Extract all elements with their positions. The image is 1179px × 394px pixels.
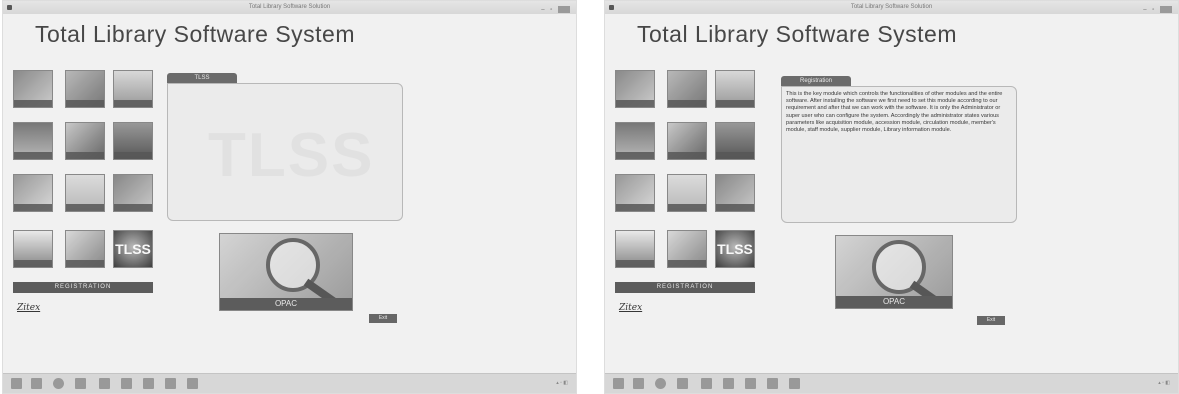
start-icon[interactable]	[613, 378, 624, 389]
ie-icon[interactable]	[53, 378, 64, 389]
explorer-icon[interactable]	[31, 378, 42, 389]
start-icon[interactable]	[11, 378, 22, 389]
module-tile-3[interactable]	[715, 70, 755, 108]
window-controls[interactable]: – ▫	[1143, 4, 1172, 17]
close-icon[interactable]	[558, 5, 570, 13]
app-title: Total Library Software System	[35, 21, 356, 47]
window-controls[interactable]: – ▫	[541, 4, 570, 17]
info-panel: TLSS	[167, 83, 403, 221]
folder-icon[interactable]	[121, 378, 132, 389]
module-tile-1[interactable]	[615, 70, 655, 108]
system-tray[interactable]: ▴ ▫ ◧	[556, 380, 568, 386]
app-menu-icon[interactable]	[609, 5, 614, 10]
tlss-logo-icon[interactable]: TLSS	[715, 230, 755, 268]
module-tile-7[interactable]	[13, 174, 53, 212]
module-tile-9[interactable]	[715, 174, 755, 212]
search-icon[interactable]	[99, 378, 110, 389]
pen-icon[interactable]	[143, 378, 154, 389]
app-icon[interactable]	[75, 378, 86, 389]
k7-icon[interactable]	[187, 378, 198, 389]
exit-button[interactable]: Exit	[369, 314, 397, 323]
info-tab[interactable]: TLSS	[167, 73, 237, 83]
window-title: Total Library Software Solution	[248, 4, 331, 10]
opac-button[interactable]: OPAC	[219, 233, 353, 311]
registration-button[interactable]: REGISTRATION	[615, 282, 755, 293]
module-tile-8[interactable]	[65, 174, 105, 212]
close-icon[interactable]	[1160, 5, 1172, 13]
module-tile-6[interactable]	[715, 122, 755, 160]
module-tile-4[interactable]	[13, 122, 53, 160]
module-tile-3[interactable]	[113, 70, 153, 108]
taskbar: ▴ ▫ ◧	[3, 373, 576, 393]
explorer-icon[interactable]	[633, 378, 644, 389]
media-icon[interactable]	[767, 378, 778, 389]
module-tile-2[interactable]	[667, 70, 707, 108]
window-titlebar[interactable]: Total Library Software Solution – ▫	[605, 1, 1178, 14]
module-tile-5[interactable]	[667, 122, 707, 160]
info-tab[interactable]: Registration	[781, 76, 851, 86]
system-tray[interactable]: ▴ ▫ ◧	[1158, 380, 1170, 386]
module-tile-5[interactable]	[65, 122, 105, 160]
ie-icon[interactable]	[655, 378, 666, 389]
registration-button[interactable]: REGISTRATION	[13, 282, 153, 293]
exit-button[interactable]: Exit	[977, 316, 1005, 325]
app-icon[interactable]	[677, 378, 688, 389]
module-tile-9[interactable]	[113, 174, 153, 212]
module-tile-6[interactable]	[113, 122, 153, 160]
module-description: This is the key module which controls th…	[786, 91, 1003, 134]
module-tile-2[interactable]	[65, 70, 105, 108]
taskbar: ▴ ▫ ◧	[605, 373, 1178, 393]
company-logo: Zitex	[619, 303, 643, 313]
search-icon[interactable]	[701, 378, 712, 389]
window-title: Total Library Software Solution	[850, 4, 933, 10]
module-tile-11[interactable]	[65, 230, 105, 268]
folder-icon[interactable]	[723, 378, 734, 389]
app-menu-icon[interactable]	[7, 5, 12, 10]
module-tile-11[interactable]	[667, 230, 707, 268]
module-tile-1[interactable]	[13, 70, 53, 108]
company-logo: Zitex	[17, 303, 41, 313]
module-tile-10[interactable]	[13, 230, 53, 268]
window-titlebar[interactable]: Total Library Software Solution – ▫	[3, 1, 576, 14]
module-tile-10[interactable]	[615, 230, 655, 268]
module-tile-4[interactable]	[615, 122, 655, 160]
opac-label: OPAC	[220, 298, 352, 310]
module-tile-8[interactable]	[667, 174, 707, 212]
module-tile-7[interactable]	[615, 174, 655, 212]
left-screenshot: Total Library Software Solution – ▫ Tota…	[2, 0, 577, 394]
info-panel: This is the key module which controls th…	[781, 86, 1017, 223]
tlss-watermark: TLSS	[208, 121, 375, 190]
media-icon[interactable]	[165, 378, 176, 389]
tlss-logo-icon[interactable]: TLSS	[113, 230, 153, 268]
pen-icon[interactable]	[745, 378, 756, 389]
right-screenshot: Total Library Software Solution – ▫ Tota…	[604, 0, 1179, 394]
app-title: Total Library Software System	[637, 21, 958, 47]
opac-button[interactable]: OPAC	[835, 235, 953, 309]
k7-icon[interactable]	[789, 378, 800, 389]
opac-label: OPAC	[836, 296, 952, 308]
